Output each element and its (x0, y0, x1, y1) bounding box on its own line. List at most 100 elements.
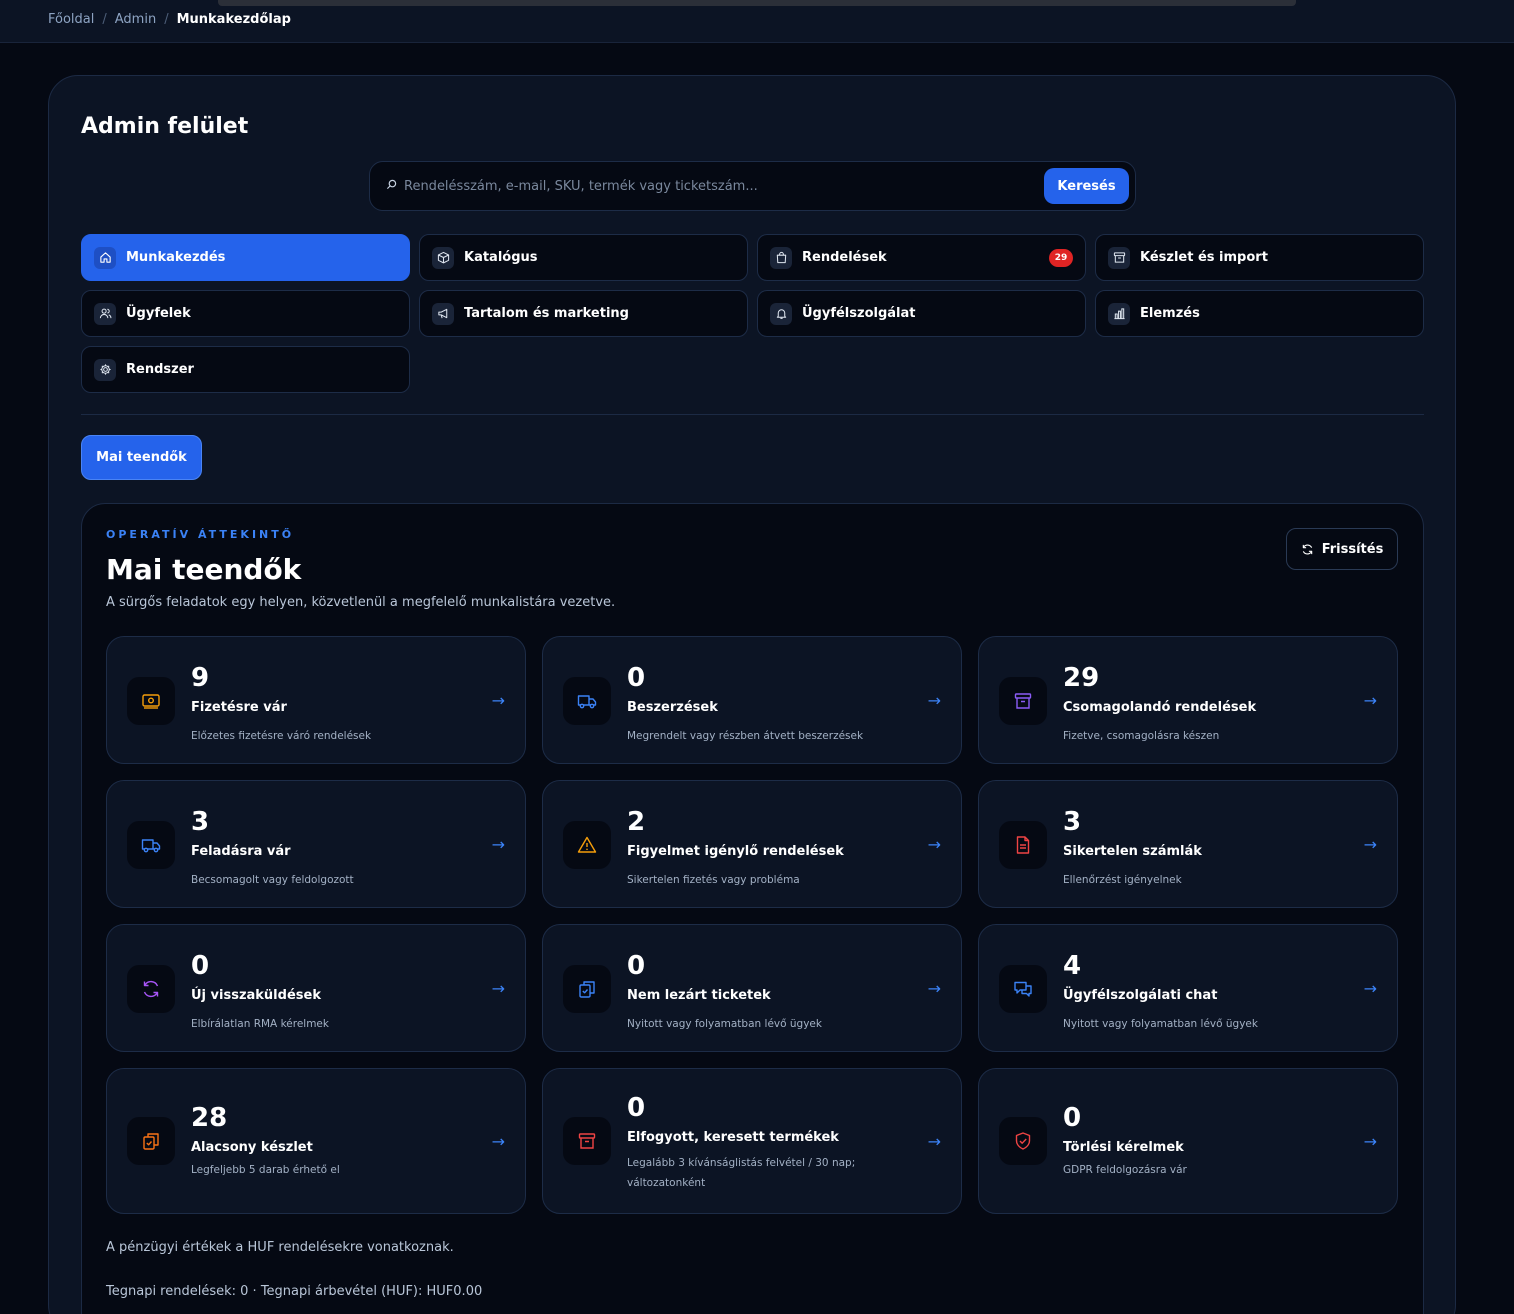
nav-item-ugyfelszolgalat[interactable]: Ügyfélszolgálat (757, 290, 1086, 337)
card-count: 0 (627, 1093, 646, 1123)
card-title: Ügyfélszolgálati chat (1063, 988, 1218, 1003)
arrow-right-icon: → (1363, 691, 1377, 710)
task-card-sikertelen-szamlak[interactable]: 3 Sikertelen számlák Ellenőrzést igényel… (978, 780, 1398, 908)
card-description: Nyitott vagy folyamatban lévő ügyek (627, 1018, 822, 1030)
card-count: 4 (1063, 951, 1082, 981)
yesterday-summary: Tegnapi rendelések: 0 · Tegnapi árbevéte… (106, 1284, 483, 1299)
card-title: Törlési kérelmek (1063, 1140, 1184, 1155)
search-button[interactable]: Keresés (1044, 168, 1129, 204)
breadcrumb-admin[interactable]: Admin (115, 12, 156, 27)
task-card-fizetesre-var[interactable]: 9 Fizetésre vár Előzetes fizetésre váró … (106, 636, 526, 764)
arrow-right-icon: → (927, 835, 941, 854)
archive-icon (999, 677, 1047, 725)
card-count: 3 (191, 807, 210, 837)
arrow-right-icon: → (491, 1132, 505, 1151)
breadcrumb: Főoldal / Admin / Munkakezdőlap (48, 12, 291, 27)
shopping-bag-icon (770, 246, 792, 269)
bar-chart-icon (1108, 302, 1130, 325)
module-nav: Munkakezdés Katalógus Rendelések 29 Kész… (81, 234, 1424, 393)
card-count: 0 (627, 951, 646, 981)
nav-label: Tartalom és marketing (464, 306, 629, 321)
truck-icon (127, 821, 175, 869)
section-divider (81, 414, 1424, 415)
arrow-right-icon: → (491, 691, 505, 710)
nav-label: Katalógus (464, 250, 538, 265)
chat-icon (999, 965, 1047, 1013)
card-title: Új visszaküldések (191, 988, 321, 1003)
nav-label: Rendszer (126, 362, 194, 377)
card-description: Megrendelt vagy részben átvett beszerzés… (627, 730, 864, 742)
nav-item-keszlet-es-import[interactable]: Készlet és import (1095, 234, 1424, 281)
nav-item-rendszer[interactable]: Rendszer (81, 346, 410, 393)
overview-subtitle: A sürgős feladatok egy helyen, közvetlen… (106, 595, 616, 610)
task-card-figyelmet-igenylo[interactable]: 2 Figyelmet igénylő rendelések Sikertele… (542, 780, 962, 908)
truck-icon (563, 677, 611, 725)
refresh-icon (127, 965, 175, 1013)
refresh-button[interactable]: Frissítés (1286, 528, 1398, 570)
archive-icon (1108, 246, 1130, 269)
card-description: Nyitott vagy folyamatban lévő ügyek (1063, 1018, 1258, 1030)
card-description: Legfeljebb 5 darab érhető el (191, 1164, 340, 1176)
search-bar: Keresés (369, 161, 1136, 211)
search-input[interactable] (404, 170, 1024, 202)
nav-item-ugyfelek[interactable]: Ügyfelek (81, 290, 410, 337)
card-count: 2 (627, 807, 646, 837)
admin-panel: Admin felület Keresés Munkakezdés Kataló… (48, 75, 1456, 1314)
card-title: Elfogyott, keresett termékek (627, 1130, 839, 1145)
arrow-right-icon: → (491, 835, 505, 854)
task-card-alacsony-keszlet[interactable]: 28 Alacsony készlet Legfeljebb 5 darab é… (106, 1068, 526, 1214)
tab-mai-teendok[interactable]: Mai teendők (81, 435, 202, 480)
card-title: Feladásra vár (191, 844, 291, 859)
card-description: Ellenőrzést igényelnek (1063, 874, 1182, 886)
nav-item-katalogus[interactable]: Katalógus (419, 234, 748, 281)
task-card-uj-visszakuldesek[interactable]: 0 Új visszaküldések Elbírálatlan RMA kér… (106, 924, 526, 1052)
page-title: Admin felület (81, 114, 249, 139)
archive-icon (563, 1117, 611, 1165)
nav-label: Készlet és import (1140, 250, 1268, 265)
nav-item-rendelesek[interactable]: Rendelések 29 (757, 234, 1086, 281)
box-icon (432, 246, 454, 269)
task-card-ugyfelszolgalati-chat[interactable]: 4 Ügyfélszolgálati chat Nyitott vagy fol… (978, 924, 1398, 1052)
card-count: 9 (191, 663, 210, 693)
currency-note: A pénzügyi értékek a HUF rendelésekre vo… (106, 1240, 454, 1255)
task-card-torlesi-kerelmek[interactable]: 0 Törlési kérelmek GDPR feldolgozásra vá… (978, 1068, 1398, 1214)
task-card-beszerzesek[interactable]: 0 Beszerzések Megrendelt vagy részben át… (542, 636, 962, 764)
breadcrumb-separator: / (102, 12, 107, 27)
nav-label: Rendelések (802, 250, 887, 265)
task-card-nem-lezart-ticketek[interactable]: 0 Nem lezárt ticketek Nyitott vagy folya… (542, 924, 962, 1052)
arrow-right-icon: → (1363, 979, 1377, 998)
warning-icon (563, 821, 611, 869)
card-title: Csomagolandó rendelések (1063, 700, 1257, 715)
nav-item-tartalom-es-marketing[interactable]: Tartalom és marketing (419, 290, 748, 337)
refresh-icon (1302, 543, 1312, 555)
payment-icon (127, 677, 175, 725)
document-icon (999, 821, 1047, 869)
shield-icon (999, 1117, 1047, 1165)
gear-icon (94, 358, 116, 381)
card-count: 0 (1063, 1103, 1082, 1133)
overview-eyebrow: OPERATÍV ÁTTEKINTŐ (106, 528, 295, 541)
nav-item-munkakezdes[interactable]: Munkakezdés (81, 234, 410, 281)
task-card-feladasra-var[interactable]: 3 Feladásra vár Becsomagolt vagy feldolg… (106, 780, 526, 908)
card-title: Nem lezárt ticketek (627, 988, 771, 1003)
search-icon (386, 179, 397, 190)
scrollbar-thumb[interactable] (218, 0, 1296, 6)
card-count: 0 (191, 951, 210, 981)
orders-count-badge: 29 (1049, 249, 1073, 267)
clipboard-icon (563, 965, 611, 1013)
nav-label: Munkakezdés (126, 250, 226, 265)
task-card-elfogyott-keresett-termekek[interactable]: 0 Elfogyott, keresett termékek Legalább … (542, 1068, 962, 1214)
task-card-csomagolando-rendelesek[interactable]: 29 Csomagolandó rendelések Fizetve, csom… (978, 636, 1398, 764)
top-bar: Főoldal / Admin / Munkakezdőlap (0, 0, 1514, 43)
breadcrumb-home[interactable]: Főoldal (48, 12, 94, 27)
card-count: 28 (191, 1103, 228, 1133)
nav-item-elemzes[interactable]: Elemzés (1095, 290, 1424, 337)
arrow-right-icon: → (927, 691, 941, 710)
bell-icon (770, 302, 792, 325)
card-title: Figyelmet igénylő rendelések (627, 844, 844, 859)
card-description: Előzetes fizetésre váró rendelések (191, 730, 372, 742)
card-description: Legalább 3 kívánságlistás felvétel / 30 … (627, 1157, 856, 1189)
arrow-right-icon: → (927, 979, 941, 998)
card-count: 29 (1063, 663, 1100, 693)
nav-label: Ügyfelek (126, 306, 191, 321)
